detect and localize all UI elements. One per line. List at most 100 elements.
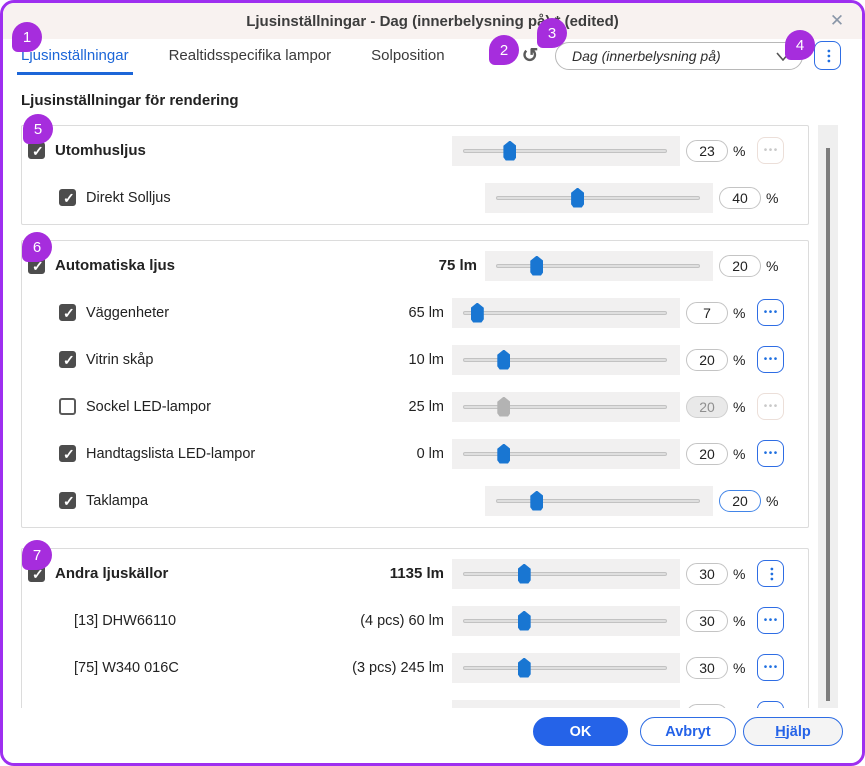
checkbox[interactable] [59, 445, 76, 462]
percent-unit: % [733, 613, 751, 629]
slider-track [463, 358, 667, 362]
cancel-button[interactable]: Avbryt [640, 717, 736, 746]
checkbox[interactable] [59, 351, 76, 368]
checkbox[interactable] [28, 142, 45, 159]
slider-track [463, 405, 667, 409]
more-ellipsis-button[interactable]: ••• [757, 607, 784, 634]
slider[interactable] [485, 486, 713, 516]
percent-input[interactable]: 30 [686, 657, 728, 679]
checkbox[interactable] [59, 398, 76, 415]
slider-thumb[interactable] [497, 444, 510, 464]
lumen-value: 25 lm [314, 399, 444, 415]
more-ellipsis-button[interactable]: ••• [757, 299, 784, 326]
slider[interactable] [452, 392, 680, 422]
preset-dropdown-value: Dag (innerbelysning på) [572, 48, 776, 64]
kebab-menu-icon: ••• [822, 47, 832, 64]
help-button-label: Hjälp [744, 724, 842, 740]
lumen-value: 65 lm [314, 305, 444, 321]
slider-thumb[interactable] [571, 188, 584, 208]
percent-unit: % [733, 446, 751, 462]
more-ellipsis-button[interactable]: ••• [757, 393, 784, 420]
slider-thumb[interactable] [518, 658, 531, 678]
percent-input[interactable]: 23 [686, 140, 728, 162]
percent-unit: % [766, 190, 784, 206]
close-icon[interactable]: ✕ [826, 10, 848, 32]
row-direkt-solljus: Direkt Solljus 40 % ••• [22, 174, 808, 221]
slider-track [463, 452, 667, 456]
row-andra-ljuskallor: Andra ljuskällor 1135 lm 30 % ••• [22, 550, 808, 597]
checkbox[interactable] [59, 304, 76, 321]
slider-track [496, 196, 700, 200]
checkbox[interactable] [59, 492, 76, 509]
percent-value: 20 [699, 399, 715, 415]
more-ellipsis-button[interactable]: ••• [757, 137, 784, 164]
more-kebab-button[interactable]: ••• [757, 560, 784, 587]
slider[interactable] [452, 136, 680, 166]
row-label: Vitrin skåp [86, 352, 153, 368]
percent-input[interactable]: 40 [719, 187, 761, 209]
tab-solposition[interactable]: Solposition [367, 43, 448, 75]
percent-input[interactable]: 20 [686, 443, 728, 465]
row-vaggenheter: Väggenheter 65 lm 7 % ••• [22, 289, 808, 336]
slider-track [463, 311, 667, 315]
slider-track [496, 499, 700, 503]
panel-andra-ljuskallor: Andra ljuskällor 1135 lm 30 % ••• [13] D… [21, 548, 809, 710]
slider[interactable] [452, 559, 680, 589]
slider-thumb[interactable] [497, 350, 510, 370]
slider-track [463, 666, 667, 670]
panel-utomhusljus: Utomhusljus 23 % ••• Direkt Solljus 40 %… [21, 125, 809, 225]
percent-unit: % [733, 305, 751, 321]
percent-value: 20 [699, 352, 715, 368]
slider[interactable] [452, 606, 680, 636]
percent-unit: % [733, 352, 751, 368]
percent-input[interactable]: 30 [686, 563, 728, 585]
more-menu-button[interactable]: ••• [814, 41, 841, 70]
percent-unit: % [733, 660, 751, 676]
percent-value: 23 [699, 143, 715, 159]
lumen-value: (4 pcs) 60 lm [314, 613, 444, 629]
help-button[interactable]: Hjälp [743, 717, 843, 746]
slider[interactable] [452, 439, 680, 469]
more-ellipsis-button[interactable]: ••• [757, 654, 784, 681]
ok-button[interactable]: OK [533, 717, 628, 746]
slider-thumb[interactable] [471, 303, 484, 323]
slider[interactable] [452, 298, 680, 328]
slider-thumb[interactable] [518, 564, 531, 584]
row-dhw66110: [13] DHW66110 (4 pcs) 60 lm 30 % ••• [22, 597, 808, 644]
slider[interactable] [485, 183, 713, 213]
percent-input[interactable]: 20 [686, 396, 728, 418]
callout-badge-5: 5 [23, 114, 53, 144]
percent-input[interactable]: 20 [719, 490, 761, 512]
slider[interactable] [452, 345, 680, 375]
lumen-value: 0 lm [314, 446, 444, 462]
ellipsis-icon: ••• [762, 449, 779, 459]
tab-realtidsspecifika-lampor[interactable]: Realtidsspecifika lampor [165, 43, 336, 75]
preset-dropdown[interactable]: Dag (innerbelysning på) [555, 42, 803, 70]
scrollbar-thumb[interactable] [826, 148, 830, 701]
slider[interactable] [485, 251, 713, 281]
slider[interactable] [452, 653, 680, 683]
percent-input[interactable]: 20 [686, 349, 728, 371]
slider-thumb[interactable] [518, 611, 531, 631]
panel-automatiska-ljus: Automatiska ljus 75 lm 20 % ••• Väggenhe… [21, 240, 809, 528]
row-label: Utomhusljus [55, 142, 146, 159]
slider-track [463, 619, 667, 623]
row-handtagslista-led-lampor: Handtagslista LED-lampor 0 lm 20 % ••• [22, 430, 808, 477]
percent-value: 20 [732, 493, 748, 509]
kebab-menu-icon: ••• [765, 565, 775, 582]
checkbox[interactable] [59, 189, 76, 206]
slider-thumb[interactable] [530, 256, 543, 276]
percent-input[interactable]: 30 [686, 610, 728, 632]
slider-thumb[interactable] [497, 397, 510, 417]
slider-thumb[interactable] [530, 491, 543, 511]
percent-input[interactable]: 7 [686, 302, 728, 324]
slider-track [463, 149, 667, 153]
vertical-scrollbar[interactable] [818, 125, 838, 709]
more-ellipsis-button[interactable]: ••• [757, 346, 784, 373]
row-label: Andra ljuskällor [55, 565, 168, 582]
percent-input[interactable]: 20 [719, 255, 761, 277]
slider-thumb[interactable] [503, 141, 516, 161]
lumen-value: (3 pcs) 245 lm [314, 660, 444, 676]
more-ellipsis-button[interactable]: ••• [757, 440, 784, 467]
percent-value: 40 [732, 190, 748, 206]
